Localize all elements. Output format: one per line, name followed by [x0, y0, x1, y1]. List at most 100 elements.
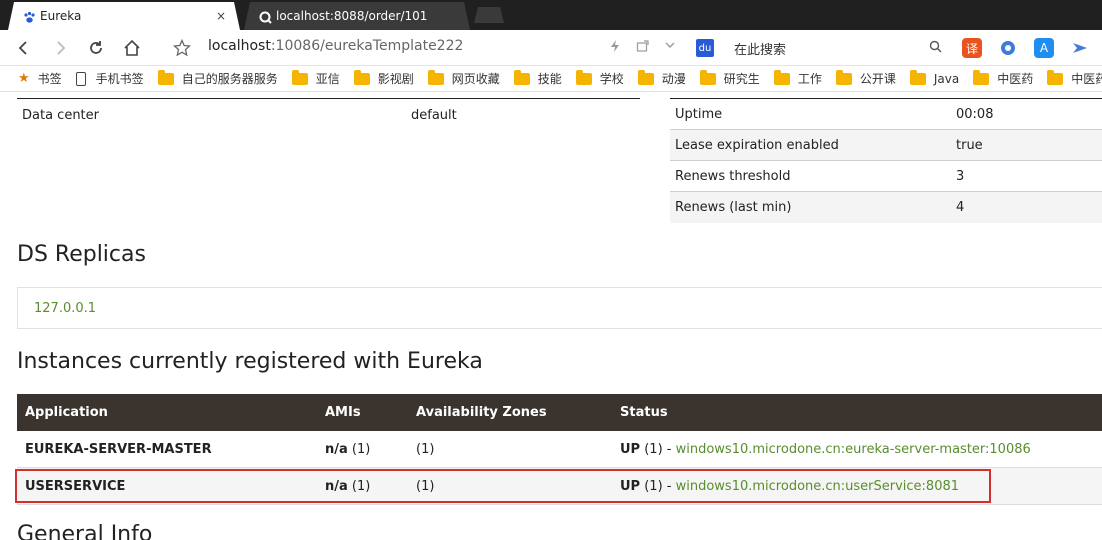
bookmark-label: 影视剧 — [377, 72, 414, 86]
folder-icon — [637, 69, 654, 85]
instance-link[interactable]: windows10.microdone.cn:eureka-server-mas… — [676, 442, 1031, 457]
bookmark-folder[interactable]: 中医药 — [973, 69, 1034, 87]
translate-extension-icon[interactable]: 译 — [962, 38, 982, 58]
bookmark-folder[interactable]: 动漫 — [637, 69, 686, 87]
bookmark-folder[interactable]: 自己的服务器服务 — [157, 69, 278, 87]
replica-link[interactable]: 127.0.0.1 — [34, 301, 96, 316]
navigation-bar: localhost:10086/eurekaTemplate222 du 在此搜… — [0, 30, 1102, 66]
search-icon[interactable] — [929, 40, 942, 57]
bookmark-folder[interactable]: 中医药学 — [1047, 69, 1102, 87]
bookmark-label: 网页收藏 — [451, 72, 500, 86]
chevron-down-icon[interactable] — [664, 39, 676, 55]
bookmark-label: 中医药 — [997, 72, 1034, 86]
status-value: default — [411, 107, 457, 123]
reload-icon[interactable] — [84, 36, 108, 60]
bookmark-item[interactable]: 手机书签 — [75, 70, 144, 87]
bookmarks-bar: ★ 书签 手机书签 自己的服务器服务 亚信 影视剧 网页收藏 技能 学校 动漫 研… — [0, 66, 1102, 92]
tab-order[interactable]: localhost:8088/order/101 — [244, 2, 470, 30]
lightning-icon[interactable] — [608, 39, 622, 57]
table-row: Renews (last min) 4 — [670, 192, 1102, 223]
instance-link[interactable]: windows10.microdone.cn:userService:8081 — [676, 479, 959, 494]
bookmark-label: 书签 — [37, 72, 62, 86]
zones-cell: (1) — [416, 441, 435, 457]
bookmark-folder[interactable]: 学校 — [575, 69, 624, 87]
tab-eureka[interactable]: Eureka × — [8, 2, 240, 30]
status-value: 4 — [956, 200, 965, 215]
table-row: EUREKA-SERVER-MASTER n/a (1) (1) UP (1) … — [17, 431, 1102, 468]
header-amis: AMIs — [325, 405, 361, 420]
bookmark-folder[interactable]: 公开课 — [835, 69, 896, 87]
forward-arrow-icon[interactable] — [48, 36, 72, 60]
phone-icon — [75, 71, 86, 86]
address-bar[interactable]: localhost:10086/eurekaTemplate222 — [208, 38, 463, 54]
application-name: USERSERVICE — [25, 478, 126, 494]
general-info-heading: General Info — [17, 522, 153, 540]
bookmark-folder[interactable]: 工作 — [773, 69, 822, 87]
status-value: 3 — [956, 168, 965, 184]
url-host: localhost — [208, 38, 271, 54]
bookmark-item[interactable]: ★ 书签 — [18, 70, 62, 87]
page-content: Data center default Uptime 00:08 Lease e… — [0, 92, 1102, 540]
instances-heading: Instances currently registered with Eure… — [17, 349, 483, 374]
system-status-left-table: Data center default — [17, 98, 640, 131]
bookmark-folder[interactable]: 研究生 — [699, 69, 760, 87]
screenshot-extension-icon[interactable] — [998, 38, 1018, 58]
folder-icon — [773, 69, 790, 85]
folder-icon — [353, 69, 370, 85]
bookmark-label: 工作 — [797, 72, 822, 86]
paw-icon — [22, 10, 36, 24]
bookmark-label: 学校 — [599, 72, 624, 86]
folder-icon — [973, 69, 990, 85]
status-key: Renews (last min) — [675, 200, 792, 215]
folder-icon — [699, 69, 716, 85]
bird-extension-icon[interactable] — [1070, 38, 1090, 58]
table-row: Lease expiration enabled true — [670, 130, 1102, 161]
bookmark-label: 研究生 — [723, 72, 760, 86]
header-application: Application — [25, 405, 108, 420]
amis-cell: n/a (1) — [325, 442, 416, 457]
status-key: Uptime — [675, 106, 723, 122]
instances-table: Application AMIs Availability Zones Stat… — [17, 394, 1102, 505]
new-tab-button[interactable] — [474, 7, 504, 23]
search-engine-icon[interactable]: du — [696, 39, 714, 57]
close-icon[interactable]: × — [216, 9, 226, 23]
bookmark-label: 自己的服务器服务 — [181, 72, 278, 86]
table-row: Uptime 00:08 — [670, 99, 1102, 130]
amis-count: (1) — [347, 478, 371, 494]
table-row: Data center default — [17, 99, 640, 131]
bookmark-folder[interactable]: 技能 — [513, 69, 562, 87]
header-status: Status — [620, 405, 668, 420]
bookmark-label: 动漫 — [661, 72, 686, 86]
table-row: Renews threshold 3 — [670, 161, 1102, 192]
bookmark-folder[interactable]: 影视剧 — [353, 69, 414, 87]
bookmark-label: Java — [933, 71, 960, 86]
search-input[interactable]: 在此搜索 — [734, 39, 786, 58]
status-value: true — [956, 137, 983, 153]
ds-replicas-heading: DS Replicas — [17, 242, 146, 267]
star-icon: ★ — [18, 71, 30, 86]
status-count: (1) - — [640, 478, 676, 494]
table-header: Application AMIs Availability Zones Stat… — [17, 394, 1102, 431]
home-icon[interactable] — [120, 36, 144, 60]
status-key: Lease expiration enabled — [675, 137, 839, 153]
replica-list: 127.0.0.1 — [17, 287, 1102, 329]
bookmark-folder[interactable]: Java — [909, 69, 960, 86]
search-q-icon — [258, 10, 272, 24]
tab-label: Eureka — [40, 9, 82, 23]
amis-value: n/a — [325, 441, 348, 457]
bookmark-star-icon[interactable] — [170, 36, 194, 60]
system-status-right-table: Uptime 00:08 Lease expiration enabled tr… — [670, 98, 1102, 223]
google-translate-icon[interactable]: A — [1034, 38, 1054, 58]
status-key: Renews threshold — [675, 168, 791, 184]
search-box[interactable]: du 在此搜索 — [696, 36, 948, 60]
back-arrow-icon[interactable] — [12, 36, 36, 60]
table-row: USERSERVICE n/a (1) (1) UP (1) - windows… — [17, 468, 1102, 505]
zones-cell: (1) — [416, 478, 435, 494]
share-icon[interactable] — [636, 39, 650, 57]
tab-label: localhost:8088/order/101 — [276, 9, 428, 23]
amis-cell: n/a (1) — [325, 479, 416, 494]
bookmark-folder[interactable]: 网页收藏 — [427, 69, 500, 87]
folder-icon — [513, 69, 530, 85]
bookmark-folder[interactable]: 亚信 — [291, 69, 340, 87]
application-name: EUREKA-SERVER-MASTER — [25, 441, 212, 457]
